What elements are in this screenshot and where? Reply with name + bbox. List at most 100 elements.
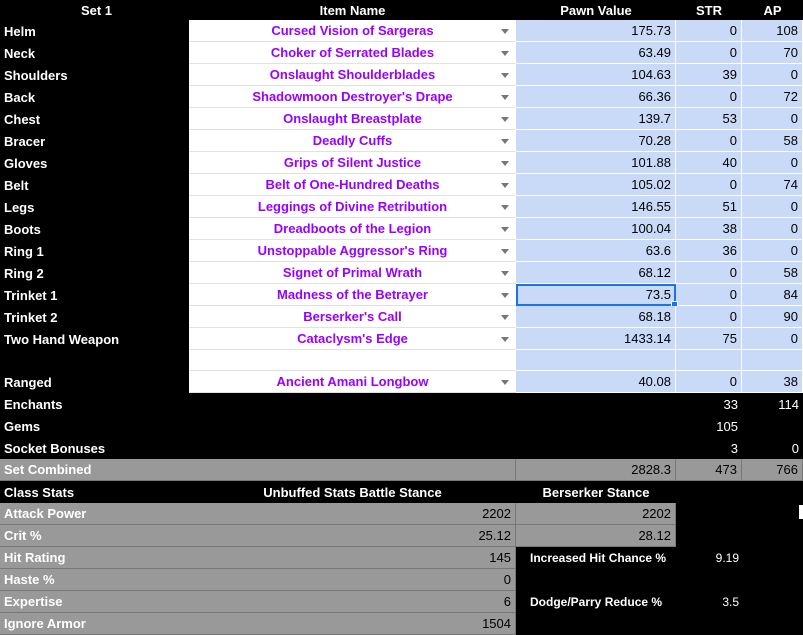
item-dropdown[interactable]: Deadly Cuffs (189, 130, 516, 152)
empty-cell[interactable] (742, 591, 803, 613)
empty-cell[interactable] (516, 437, 676, 459)
slot-label[interactable]: Belt (0, 174, 189, 196)
pawn-value-cell[interactable]: 175.73 (516, 20, 676, 42)
berserker-value[interactable]: 2202 (516, 503, 676, 525)
ap-cell[interactable]: 0 (742, 108, 803, 130)
ap-cell[interactable]: 0 (742, 240, 803, 262)
pawn-value-cell[interactable]: 40.08 (516, 371, 676, 393)
pawn-value-cell[interactable]: 105.02 (516, 174, 676, 196)
str-cell[interactable]: 0 (676, 174, 742, 196)
str-cell[interactable]: 0 (676, 20, 742, 42)
pawn-value-cell[interactable]: 101.88 (516, 152, 676, 174)
dropdown-arrow-icon[interactable] (501, 160, 509, 166)
slot-label[interactable]: Ranged (0, 371, 189, 393)
dropdown-arrow-icon[interactable] (501, 270, 509, 276)
str-cell[interactable]: 75 (676, 328, 742, 350)
slot-label[interactable]: Legs (0, 196, 189, 218)
ap-cell[interactable]: 0 (742, 218, 803, 240)
pawn-total-cell[interactable]: 2828.3 (516, 459, 676, 481)
item-dropdown[interactable]: Cursed Vision of Sargeras (189, 20, 516, 42)
unbuffed-value[interactable]: 6 (189, 591, 516, 613)
str-cell[interactable]: 0 (676, 306, 742, 328)
berserker-header[interactable]: Berserker Stance (516, 481, 676, 503)
item-dropdown[interactable]: Unstoppable Aggressor's Ring (189, 240, 516, 262)
item-cell-empty[interactable] (189, 350, 516, 371)
ap-cell[interactable]: 70 (742, 42, 803, 64)
dropdown-arrow-icon[interactable] (501, 204, 509, 210)
pawn-value-cell[interactable]: 146.55 (516, 196, 676, 218)
class-stats-label[interactable]: Class Stats (0, 481, 189, 503)
dropdown-arrow-icon[interactable] (501, 72, 509, 78)
pawn-value-cell[interactable]: 63.6 (516, 240, 676, 262)
enchants-label[interactable]: Enchants (0, 393, 189, 415)
dropdown-arrow-icon[interactable] (501, 248, 509, 254)
dropdown-arrow-icon[interactable] (501, 182, 509, 188)
ap-cell[interactable]: 0 (742, 328, 803, 350)
str-total-cell[interactable]: 473 (676, 459, 742, 481)
ap-cell[interactable]: 84 (742, 284, 803, 306)
empty-cell[interactable] (676, 481, 742, 503)
ap-cell[interactable]: 0 (742, 196, 803, 218)
ap-cell[interactable]: 0 (742, 437, 803, 459)
ap-cell[interactable]: 58 (742, 262, 803, 284)
empty-cell[interactable] (676, 613, 742, 635)
dropdown-arrow-icon[interactable] (501, 226, 509, 232)
gems-label[interactable]: Gems (0, 415, 189, 437)
pawn-value-cell[interactable]: 104.63 (516, 64, 676, 86)
str-cell[interactable]: 0 (676, 284, 742, 306)
slot-label[interactable]: Chest (0, 108, 189, 130)
pawn-value-cell[interactable]: 63.49 (516, 42, 676, 64)
empty-cell[interactable] (189, 393, 516, 415)
item-dropdown[interactable]: Choker of Serrated Blades (189, 42, 516, 64)
slot-label[interactable]: Gloves (0, 152, 189, 174)
str-cell[interactable]: 0 (676, 42, 742, 64)
dropdown-arrow-icon[interactable] (501, 379, 509, 385)
item-dropdown[interactable]: Cataclysm's Edge (189, 328, 516, 350)
empty-cell[interactable] (516, 569, 676, 591)
socket-bonuses-label[interactable]: Socket Bonuses (0, 437, 189, 459)
item-dropdown[interactable]: Belt of One-Hundred Deaths (189, 174, 516, 196)
str-cell[interactable]: 0 (676, 262, 742, 284)
slot-label[interactable]: Trinket 1 (0, 284, 189, 306)
pawn-value-cell[interactable]: 139.7 (516, 108, 676, 130)
slot-label[interactable]: Trinket 2 (0, 306, 189, 328)
item-dropdown[interactable]: Dreadboots of the Legion (189, 218, 516, 240)
unbuffed-value[interactable]: 25.12 (189, 525, 516, 547)
empty-cell[interactable] (742, 503, 803, 525)
dropdown-arrow-icon[interactable] (501, 336, 509, 342)
empty-cell[interactable] (742, 547, 803, 569)
pawn-value-cell[interactable]: 68.18 (516, 306, 676, 328)
empty-cell[interactable] (742, 613, 803, 635)
ap-cell[interactable]: 58 (742, 130, 803, 152)
slot-label[interactable]: Neck (0, 42, 189, 64)
str-cell[interactable]: 38 (676, 218, 742, 240)
item-dropdown[interactable]: Madness of the Betrayer (189, 284, 516, 306)
str-cell[interactable]: 40 (676, 152, 742, 174)
stat-label[interactable]: Crit % (0, 525, 189, 547)
berserker-value[interactable]: 28.12 (516, 525, 676, 547)
str-cell[interactable]: 33 (676, 393, 742, 415)
ap-cell[interactable]: 0 (742, 64, 803, 86)
unbuffed-value[interactable]: 2202 (189, 503, 516, 525)
ap-cell[interactable]: 74 (742, 174, 803, 196)
dropdown-arrow-icon[interactable] (501, 314, 509, 320)
item-dropdown[interactable]: Ancient Amani Longbow (189, 371, 516, 393)
unbuffed-header[interactable]: Unbuffed Stats Battle Stance (189, 481, 516, 503)
unbuffed-value[interactable]: 1504 (189, 613, 516, 635)
slot-label[interactable]: Ring 2 (0, 262, 189, 284)
unbuffed-value[interactable]: 0 (189, 569, 516, 591)
slot-label[interactable]: Bracer (0, 130, 189, 152)
item-dropdown[interactable]: Onslaught Shoulderblades (189, 64, 516, 86)
pawn-value-cell[interactable]: 68.12 (516, 262, 676, 284)
dropdown-arrow-icon[interactable] (501, 292, 509, 298)
empty-cell[interactable] (742, 525, 803, 547)
item-dropdown[interactable]: Onslaught Breastplate (189, 108, 516, 130)
slot-label[interactable]: Back (0, 86, 189, 108)
pawn-value-cell[interactable]: 1433.14 (516, 328, 676, 350)
ap-cell[interactable]: 108 (742, 20, 803, 42)
str-cell[interactable]: 0 (676, 86, 742, 108)
empty-cell[interactable] (516, 613, 676, 635)
str-cell[interactable]: 39 (676, 64, 742, 86)
str-cell[interactable]: 36 (676, 240, 742, 262)
stat-label[interactable]: Attack Power (0, 503, 189, 525)
